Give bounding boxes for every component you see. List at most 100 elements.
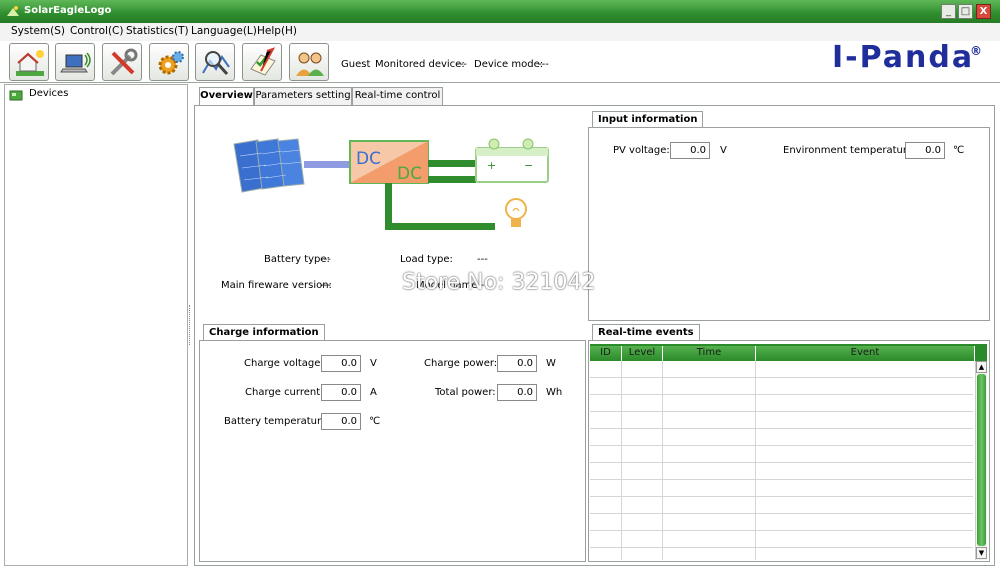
device-folder-icon bbox=[9, 90, 23, 101]
total-power-unit: Wh bbox=[546, 387, 563, 398]
splitter-handle[interactable] bbox=[189, 305, 191, 345]
env-temp-label: Environment temperature: bbox=[783, 145, 917, 156]
monitored-device-label: Monitored device: bbox=[375, 59, 465, 70]
battery-icon: + − bbox=[475, 138, 549, 183]
tree-node-label: Devices bbox=[29, 88, 69, 99]
brand-logo: I-Panda bbox=[832, 40, 975, 75]
maximize-button[interactable]: □ bbox=[958, 4, 973, 19]
users-icon bbox=[296, 52, 324, 76]
load-cable-h bbox=[385, 223, 495, 230]
battery-cable-neg bbox=[428, 176, 476, 183]
grid-row-line bbox=[590, 462, 973, 463]
input-information-title: Input information bbox=[592, 111, 704, 128]
grid-row-line bbox=[590, 394, 973, 395]
charge-voltage-label: Charge voltage: bbox=[244, 358, 324, 369]
app-logo-icon bbox=[7, 6, 19, 16]
records-button[interactable] bbox=[242, 43, 282, 81]
dc-in-label: DC bbox=[356, 149, 381, 169]
scroll-thumb[interactable] bbox=[977, 374, 986, 546]
users-button[interactable] bbox=[289, 43, 329, 81]
charge-power-field: 0.0 bbox=[497, 355, 537, 372]
events-header-corner bbox=[975, 346, 987, 361]
menu-statistics[interactable]: Statistics(T) bbox=[126, 25, 189, 37]
events-col-time[interactable]: Time bbox=[663, 346, 756, 361]
solar-panel-icon bbox=[233, 138, 305, 193]
search-button[interactable] bbox=[195, 43, 235, 81]
watermark-text: Store No: 321042 bbox=[402, 270, 596, 295]
realtime-events-group bbox=[588, 340, 990, 562]
charge-information-title: Charge information bbox=[203, 324, 325, 341]
grid-row-line bbox=[590, 513, 973, 514]
realtime-events-title: Real-time events bbox=[592, 324, 700, 341]
menu-system[interactable]: System(S) bbox=[11, 25, 65, 37]
env-temp-unit: ℃ bbox=[953, 145, 965, 156]
battery-minus: − bbox=[524, 159, 533, 172]
battery-temp-field: 0.0 bbox=[321, 413, 361, 430]
grid-row-line bbox=[590, 547, 973, 548]
menu-language[interactable]: Language(L) bbox=[191, 25, 257, 37]
settings-button[interactable] bbox=[149, 43, 189, 81]
pv-voltage-field: 0.0 bbox=[670, 142, 710, 159]
tab-realtime-control[interactable]: Real-time control bbox=[352, 87, 443, 105]
grid-row-line bbox=[590, 496, 973, 497]
close-button[interactable]: X bbox=[976, 4, 991, 19]
pv-voltage-label: PV voltage: bbox=[613, 145, 670, 156]
battery-plus: + bbox=[487, 159, 496, 172]
menu-control[interactable]: Control(C) bbox=[70, 25, 123, 37]
controller-box: DC DC bbox=[349, 140, 429, 184]
battery-type-value: --- bbox=[320, 254, 331, 265]
pv-cable bbox=[304, 161, 350, 168]
window-title: SolarEagleLogo bbox=[24, 5, 112, 16]
current-user: Guest bbox=[341, 59, 371, 70]
charge-current-label: Charge current: bbox=[245, 387, 324, 398]
grid-row-line bbox=[590, 377, 973, 378]
events-col-id[interactable]: ID bbox=[590, 346, 622, 361]
monitored-device-value: --- bbox=[456, 59, 467, 70]
grid-row-line bbox=[590, 428, 973, 429]
tools-button[interactable] bbox=[102, 43, 142, 81]
device-connect-button[interactable] bbox=[55, 43, 95, 81]
system-diagram: DC DC + − bbox=[233, 138, 549, 230]
tab-parameters-setting[interactable]: Parameters setting bbox=[254, 87, 352, 105]
dc-out-label: DC bbox=[397, 164, 422, 184]
checklist-edit-icon bbox=[250, 47, 276, 76]
title-bar: SolarEagleLogo _ □ X bbox=[0, 0, 1000, 23]
grid-row-line bbox=[590, 530, 973, 531]
battery-temp-unit: ℃ bbox=[369, 416, 381, 427]
charge-voltage-field: 0.0 bbox=[321, 355, 361, 372]
search-icon bbox=[202, 51, 230, 76]
pv-voltage-unit: V bbox=[720, 145, 727, 156]
grid-row-line bbox=[590, 479, 973, 480]
tab-overview[interactable]: Overview bbox=[199, 87, 254, 106]
battery-cable-pos bbox=[428, 160, 476, 167]
house-solar-icon bbox=[16, 50, 44, 76]
events-col-level[interactable]: Level bbox=[622, 346, 663, 361]
device-mode-value: --- bbox=[538, 59, 549, 70]
grid-row-line bbox=[590, 445, 973, 446]
charge-voltage-unit: V bbox=[370, 358, 377, 369]
brand-registered-mark: ® bbox=[970, 44, 982, 58]
menu-bar: System(S) Control(C) Statistics(T) Langu… bbox=[0, 23, 1000, 41]
firmware-version-value: --- bbox=[320, 280, 331, 291]
tools-icon bbox=[110, 48, 138, 76]
device-mode-label: Device mode: bbox=[474, 59, 544, 70]
charge-power-label: Charge power: bbox=[424, 358, 498, 369]
total-power-label: Total power: bbox=[435, 387, 496, 398]
charge-information-group bbox=[199, 340, 586, 562]
load-type-label: Load type: bbox=[400, 254, 453, 265]
load-type-value: --- bbox=[477, 254, 488, 265]
light-bulb-icon bbox=[505, 198, 527, 227]
laptop-connection-icon bbox=[60, 52, 91, 73]
menu-help[interactable]: Help(H) bbox=[257, 25, 297, 37]
scroll-up-button[interactable]: ▲ bbox=[976, 361, 987, 373]
charge-power-unit: W bbox=[546, 358, 556, 369]
home-button[interactable] bbox=[9, 43, 49, 81]
device-tree: Devices bbox=[4, 84, 188, 566]
firmware-version-label: Main fireware version: bbox=[221, 280, 332, 291]
total-power-field: 0.0 bbox=[497, 384, 537, 401]
load-cable-v bbox=[385, 183, 392, 230]
minimize-button[interactable]: _ bbox=[941, 4, 956, 19]
events-col-event[interactable]: Event bbox=[756, 346, 975, 361]
charge-current-unit: A bbox=[370, 387, 377, 398]
scroll-down-button[interactable]: ▼ bbox=[976, 547, 987, 559]
